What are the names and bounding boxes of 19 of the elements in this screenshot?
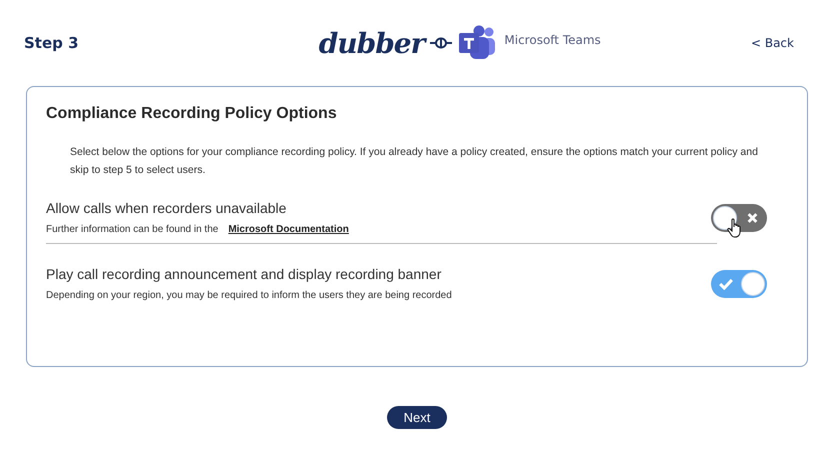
toggle-switch[interactable] xyxy=(711,204,767,232)
partner-name: Microsoft Teams xyxy=(504,33,601,47)
option-description: Depending on your region, you may be required to inform the users they are being recorded xyxy=(46,290,452,301)
connector-icon xyxy=(430,37,452,49)
documentation-link[interactable]: Microsoft Documentation xyxy=(228,224,349,235)
intro-text: Select below the options for your compliance recording policy. If you already have a policy created, ensure the options match your current policy and skip to step 5 to select users. xyxy=(70,145,759,178)
pointer-hand-icon xyxy=(727,218,743,238)
option-title: Allow calls when recorders unavailable xyxy=(46,200,288,216)
dubber-logo: dubber xyxy=(318,26,424,60)
option-description: Further information can be found in the xyxy=(46,224,218,235)
step-label: Step 3 xyxy=(24,34,79,52)
toggle-switch[interactable] xyxy=(711,270,767,298)
card-title: Compliance Recording Policy Options xyxy=(46,105,338,123)
next-button[interactable]: Next xyxy=(386,406,448,429)
option-title: Play call recording announcement and display recording banner xyxy=(46,266,442,282)
x-icon xyxy=(747,212,758,223)
back-link[interactable]: < Back xyxy=(750,36,794,50)
teams-icon xyxy=(458,25,496,61)
check-icon xyxy=(719,278,733,290)
